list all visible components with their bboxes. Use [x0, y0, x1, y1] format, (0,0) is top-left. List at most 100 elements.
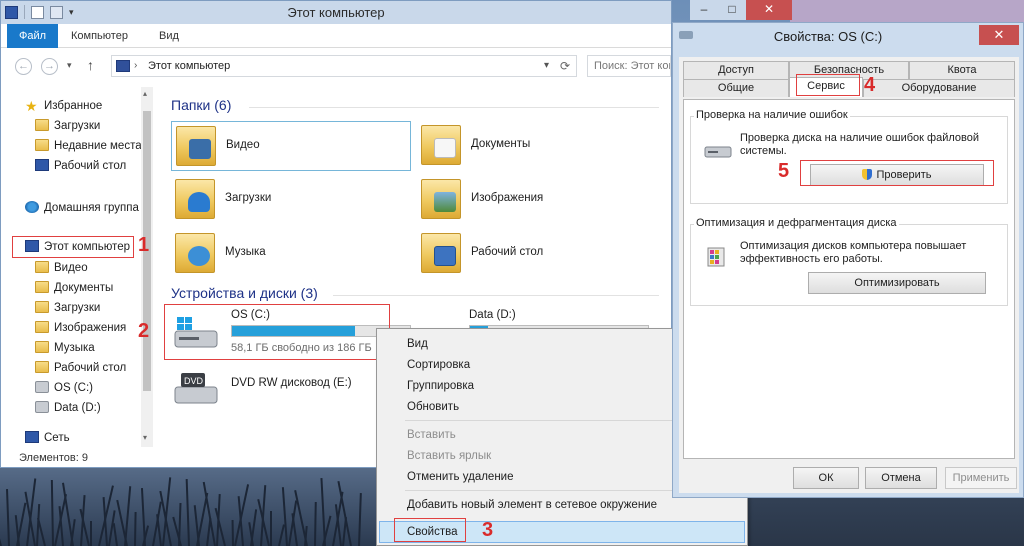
nav-os-c[interactable]: OS (C:) — [35, 379, 93, 397]
refresh-icon[interactable]: ⟳ — [560, 59, 570, 73]
maximize-button[interactable]: □ — [718, 0, 746, 20]
cancel-button[interactable]: Отмена — [865, 467, 937, 489]
nav-scrollbar[interactable]: ▴ ▾ — [141, 87, 153, 447]
tab-hardware[interactable]: Оборудование — [863, 79, 1015, 97]
tab-computer[interactable]: Компьютер — [59, 24, 140, 48]
nav-images[interactable]: Изображения — [35, 319, 126, 337]
chevron-right-icon[interactable]: › — [134, 60, 137, 71]
nav-desktop[interactable]: Рабочий стол — [35, 157, 126, 175]
picture-icon — [434, 192, 456, 212]
nav-favorites[interactable]: ★ Избранное — [25, 97, 102, 115]
chevron-down-icon[interactable]: ▾ — [544, 60, 549, 71]
tab-file[interactable]: Файл — [7, 24, 59, 48]
grass-blade — [358, 492, 362, 546]
back-button[interactable]: ← — [15, 58, 32, 75]
drive-label: DVD RW дисковод (E:) — [231, 377, 352, 389]
menu-item-paste-shortcut: Вставить ярлык — [407, 450, 492, 462]
tab-general[interactable]: Общие — [683, 79, 789, 97]
menu-item-sort[interactable]: Сортировка — [407, 355, 470, 375]
nav-desktop-pc[interactable]: Рабочий стол — [35, 359, 126, 377]
desktop-icon — [35, 159, 49, 171]
menu-item-refresh[interactable]: Обновить — [407, 397, 459, 417]
nav-downloads[interactable]: Загрузки — [35, 117, 100, 135]
ok-button[interactable]: ОК — [793, 467, 859, 489]
group-divider — [333, 295, 659, 296]
folder-music[interactable]: Музыка — [171, 229, 411, 279]
optimize-button[interactable]: Оптимизировать — [808, 272, 986, 294]
grass-blade — [156, 514, 162, 546]
nav-label: Музыка — [54, 342, 95, 354]
grass-blade — [62, 482, 74, 546]
folder-images[interactable]: Изображения — [417, 175, 657, 225]
group-title-folders[interactable]: Папки (6) — [171, 97, 231, 113]
nav-label: Недавние места — [54, 140, 142, 152]
error-check-description: Проверка диска на наличие ошибок файлово… — [740, 132, 979, 157]
nav-label: Видео — [54, 262, 88, 274]
tab-sharing[interactable]: Доступ — [683, 61, 789, 79]
status-bar: Элементов: 9 — [19, 452, 88, 464]
grass-blade — [50, 479, 54, 546]
menu-item-view[interactable]: Вид — [407, 334, 428, 354]
grass-blade — [0, 526, 2, 546]
group-title: Оптимизация и дефрагментация диска — [694, 217, 899, 229]
group-divider — [249, 107, 659, 108]
folder-label: Документы — [471, 138, 531, 150]
grass-blade — [185, 479, 190, 546]
nav-documents[interactable]: Документы — [35, 279, 113, 297]
tab-quota[interactable]: Квота — [909, 61, 1015, 79]
address-bar[interactable]: › Этот компьютер ▾ ⟳ — [111, 55, 577, 77]
grass-blade — [134, 511, 137, 546]
menu-item-undo-delete[interactable]: Отменить удаление — [407, 467, 514, 487]
group-title-devices[interactable]: Устройства и диски (3) — [171, 285, 318, 301]
menu-item-add-network[interactable]: Добавить новый элемент в сетевое окружен… — [407, 495, 657, 515]
recent-locations-icon[interactable]: ▾ — [67, 60, 72, 71]
close-button[interactable]: ✕ — [746, 0, 792, 20]
explorer-titlebar: ▾ Этот компьютер — [1, 1, 671, 24]
downloads-folder-icon — [175, 179, 215, 219]
scroll-down-icon[interactable]: ▾ — [143, 433, 147, 442]
nav-label: Рабочий стол — [54, 160, 127, 172]
folder-documents[interactable]: Документы — [417, 121, 657, 171]
scroll-up-icon[interactable]: ▴ — [143, 89, 147, 98]
dialog-close-button[interactable]: ✕ — [979, 25, 1019, 45]
menu-item-group[interactable]: Группировка — [407, 376, 474, 396]
wallpaper-grass — [0, 462, 380, 546]
forward-button[interactable]: → — [41, 58, 58, 75]
search-input[interactable]: Поиск: Этот ком — [587, 55, 671, 77]
nav-downloads-pc[interactable]: Загрузки — [35, 299, 100, 317]
nav-network[interactable]: Сеть — [25, 429, 70, 443]
annotation-number: 4 — [864, 74, 876, 96]
tab-view[interactable]: Вид — [147, 24, 191, 48]
drive-label: Data (D:) — [469, 309, 516, 321]
address-row: ← → ▾ ↑ › Этот компьютер ▾ ⟳ Поиск: Этот… — [1, 49, 671, 83]
documents-folder-icon — [421, 125, 461, 165]
folder-label: Загрузки — [225, 192, 272, 204]
grass-blade — [159, 490, 172, 546]
annotation-number: 1 — [138, 234, 150, 256]
folder-downloads[interactable]: Загрузки — [171, 175, 411, 225]
homegroup-icon — [25, 201, 39, 213]
annotation-box-tools-tab — [796, 74, 860, 96]
document-icon — [434, 138, 456, 158]
minimize-button[interactable]: – — [690, 0, 718, 20]
drive-dvd-e[interactable]: DVD DVD RW дисковод (E:) — [169, 363, 399, 419]
grass-blade — [320, 478, 326, 546]
apply-button[interactable]: Применить — [945, 467, 1017, 489]
tab-panel-tools: Проверка на наличие ошибок Проверка диск… — [683, 99, 1015, 459]
nav-label: Документы — [54, 282, 114, 294]
grass-blade — [270, 511, 272, 546]
nav-homegroup[interactable]: Домашняя группа — [25, 199, 139, 217]
navigation-pane: ★ Избранное Загрузки Недавние места Рабоч… — [1, 85, 153, 447]
group-title: Проверка на наличие ошибок — [694, 109, 850, 121]
dvd-drive-icon: DVD — [173, 371, 219, 407]
nav-video[interactable]: Видео — [35, 259, 88, 277]
folder-video[interactable]: Видео — [171, 121, 411, 171]
up-arrow-icon[interactable]: ↑ — [87, 57, 94, 73]
nav-recent-places[interactable]: Недавние места — [35, 137, 142, 155]
nav-data-d[interactable]: Data (D:) — [35, 399, 101, 417]
dialog-title: Свойства: OS (C:) — [773, 29, 883, 44]
nav-music[interactable]: Музыка — [35, 339, 95, 357]
desktop-folder-icon — [35, 361, 49, 373]
video-folder-icon — [176, 126, 216, 166]
folder-desktop[interactable]: Рабочий стол — [417, 229, 657, 279]
